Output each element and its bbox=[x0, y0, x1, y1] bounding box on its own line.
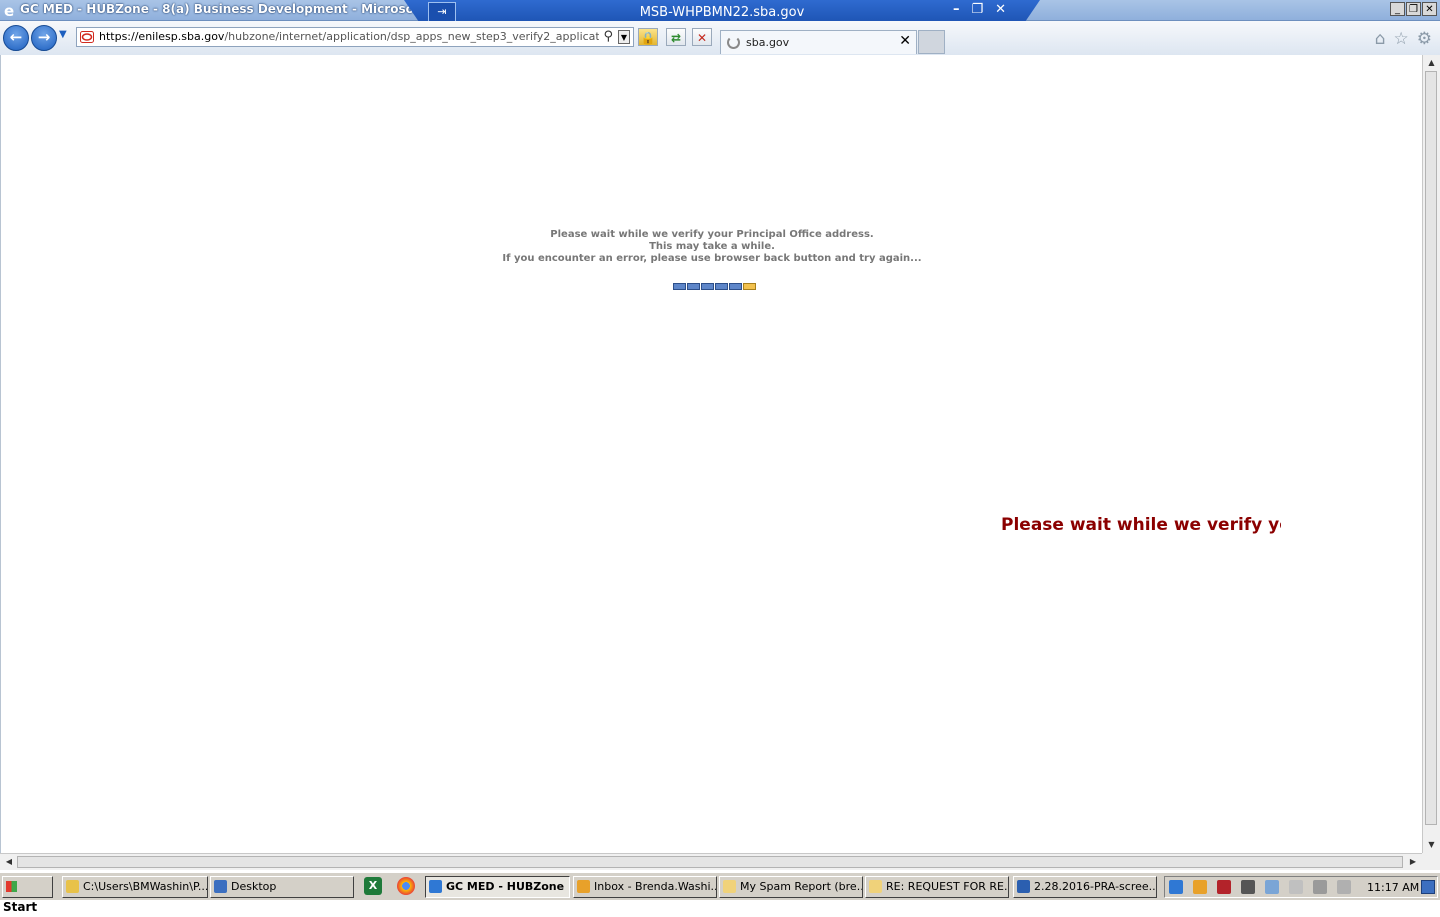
remote-session-controls: – ❐ ✕ bbox=[953, 2, 1006, 17]
progress-indicator bbox=[673, 283, 756, 290]
forward-button[interactable]: → bbox=[31, 25, 57, 51]
mail-icon bbox=[723, 880, 736, 893]
remote-minimize-button[interactable]: – bbox=[953, 2, 960, 17]
loading-spinner-icon bbox=[727, 36, 740, 49]
url-text: https://enilesp.sba.gov/hubzone/internet… bbox=[99, 30, 599, 43]
window-controls: _ ❐ ✕ bbox=[1390, 2, 1437, 16]
url-path: /hubzone/internet/application/dsp_apps_n… bbox=[224, 30, 599, 43]
progress-segment bbox=[687, 283, 700, 290]
outlook-tray-icon[interactable] bbox=[1193, 880, 1207, 894]
chevron-down-icon[interactable]: ▼ bbox=[59, 29, 67, 40]
progress-segment bbox=[715, 283, 728, 290]
taskbar-item-spam-report[interactable]: My Spam Report (bre... bbox=[719, 876, 863, 898]
scrolling-banner: Please wait while we verify your bbox=[1001, 515, 1281, 535]
tab-close-icon[interactable]: ✕ bbox=[899, 33, 911, 49]
minimize-button[interactable]: _ bbox=[1390, 2, 1405, 16]
progress-segment bbox=[701, 283, 714, 290]
scrollbar-corner bbox=[1422, 853, 1440, 870]
progress-segment bbox=[743, 283, 756, 290]
taskbar-item-request-email[interactable]: RE: REQUEST FOR RE... bbox=[865, 876, 1009, 898]
taskbar-item-outlook-inbox[interactable]: Inbox - Brenda.Washi... bbox=[573, 876, 717, 898]
flag-icon[interactable] bbox=[1289, 880, 1303, 894]
taskbar: Start C:\Users\BMWashin\P... Desktop X G… bbox=[0, 872, 1440, 914]
browser-tab[interactable]: sba.gov ✕ bbox=[720, 30, 917, 54]
refresh-button[interactable]: ⇄ bbox=[666, 28, 686, 46]
tab-label: sba.gov bbox=[746, 36, 790, 49]
wait-message: Please wait while we verify your Princip… bbox=[1, 229, 1423, 265]
site-favicon-icon bbox=[80, 31, 94, 43]
taskbar-item-word-doc[interactable]: 2.28.2016-PRA-scree... bbox=[1013, 876, 1157, 898]
remote-session-title: MSB-WHPBMN22.sba.gov bbox=[639, 5, 805, 20]
start-button[interactable]: Start bbox=[2, 876, 53, 914]
vertical-scroll-thumb[interactable] bbox=[1425, 71, 1437, 825]
vertical-scrollbar[interactable]: ▲ ▼ bbox=[1422, 55, 1440, 853]
ie-icon: e bbox=[4, 2, 14, 18]
eye-icon[interactable] bbox=[1265, 880, 1279, 894]
lock-icon[interactable]: 🔒 bbox=[638, 28, 658, 46]
new-tab-button[interactable] bbox=[918, 30, 945, 54]
taskbar-item-explorer-folder[interactable]: C:\Users\BMWashin\P... bbox=[62, 876, 208, 898]
page-content: Please wait while we verify your Princip… bbox=[0, 55, 1422, 853]
remote-restore-button[interactable]: ❐ bbox=[971, 2, 983, 17]
network-computer-icon[interactable] bbox=[1313, 880, 1327, 894]
search-icon[interactable]: ⚲ bbox=[603, 29, 613, 44]
desktop-icon bbox=[214, 880, 227, 893]
horizontal-scrollbar[interactable]: ◀ ▶ bbox=[0, 853, 1422, 870]
taskbar-item-ie[interactable]: GC MED - HUBZone ... bbox=[425, 876, 570, 898]
outlook-icon bbox=[577, 880, 590, 893]
horizontal-scroll-thumb[interactable] bbox=[17, 856, 1403, 868]
address-dropdown-button[interactable]: ▼ bbox=[618, 30, 630, 44]
scroll-left-icon[interactable]: ◀ bbox=[2, 855, 16, 869]
wait-line-1: Please wait while we verify your Princip… bbox=[550, 229, 874, 240]
windows-logo-icon bbox=[6, 881, 17, 892]
mail-icon bbox=[869, 880, 882, 893]
restore-button[interactable]: ❐ bbox=[1406, 2, 1421, 16]
taskbar-item-desktop[interactable]: Desktop bbox=[210, 876, 354, 898]
toolbar-right-icons: ⌂ ☆ ⚙ bbox=[1375, 29, 1432, 49]
wait-line-2: This may take a while. bbox=[649, 241, 775, 252]
show-desktop-icon[interactable] bbox=[1421, 880, 1435, 894]
scroll-up-icon[interactable]: ▲ bbox=[1425, 56, 1438, 70]
scroll-right-icon[interactable]: ▶ bbox=[1406, 855, 1420, 869]
home-icon[interactable]: ⌂ bbox=[1375, 29, 1386, 49]
url-domain: https://enilesp.sba.gov bbox=[99, 30, 225, 43]
gear-icon[interactable]: ⚙ bbox=[1417, 29, 1432, 49]
chrome-icon[interactable] bbox=[397, 877, 415, 895]
stop-button[interactable]: ✕ bbox=[692, 28, 712, 46]
cursor-tool-icon[interactable] bbox=[1241, 880, 1255, 894]
favorites-star-icon[interactable]: ☆ bbox=[1394, 29, 1409, 49]
svg-text:e: e bbox=[4, 2, 14, 18]
antivirus-icon[interactable] bbox=[1217, 880, 1231, 894]
folder-icon bbox=[66, 880, 79, 893]
progress-segment bbox=[673, 283, 686, 290]
address-bar[interactable]: https://enilesp.sba.gov/hubzone/internet… bbox=[76, 27, 634, 47]
remote-close-button[interactable]: ✕ bbox=[995, 2, 1006, 17]
system-tray: 11:17 AM bbox=[1164, 876, 1438, 898]
scroll-down-icon[interactable]: ▼ bbox=[1425, 838, 1438, 852]
progress-segment bbox=[729, 283, 742, 290]
clock[interactable]: 11:17 AM bbox=[1367, 881, 1419, 894]
wait-line-3: If you encounter an error, please use br… bbox=[502, 253, 922, 264]
back-button[interactable]: ← bbox=[3, 25, 29, 51]
close-button[interactable]: ✕ bbox=[1422, 2, 1437, 16]
volume-icon[interactable] bbox=[1337, 880, 1351, 894]
word-icon bbox=[1017, 880, 1030, 893]
ie-icon bbox=[429, 880, 442, 893]
network-globe-icon[interactable] bbox=[1169, 880, 1183, 894]
excel-icon[interactable]: X bbox=[364, 877, 382, 895]
